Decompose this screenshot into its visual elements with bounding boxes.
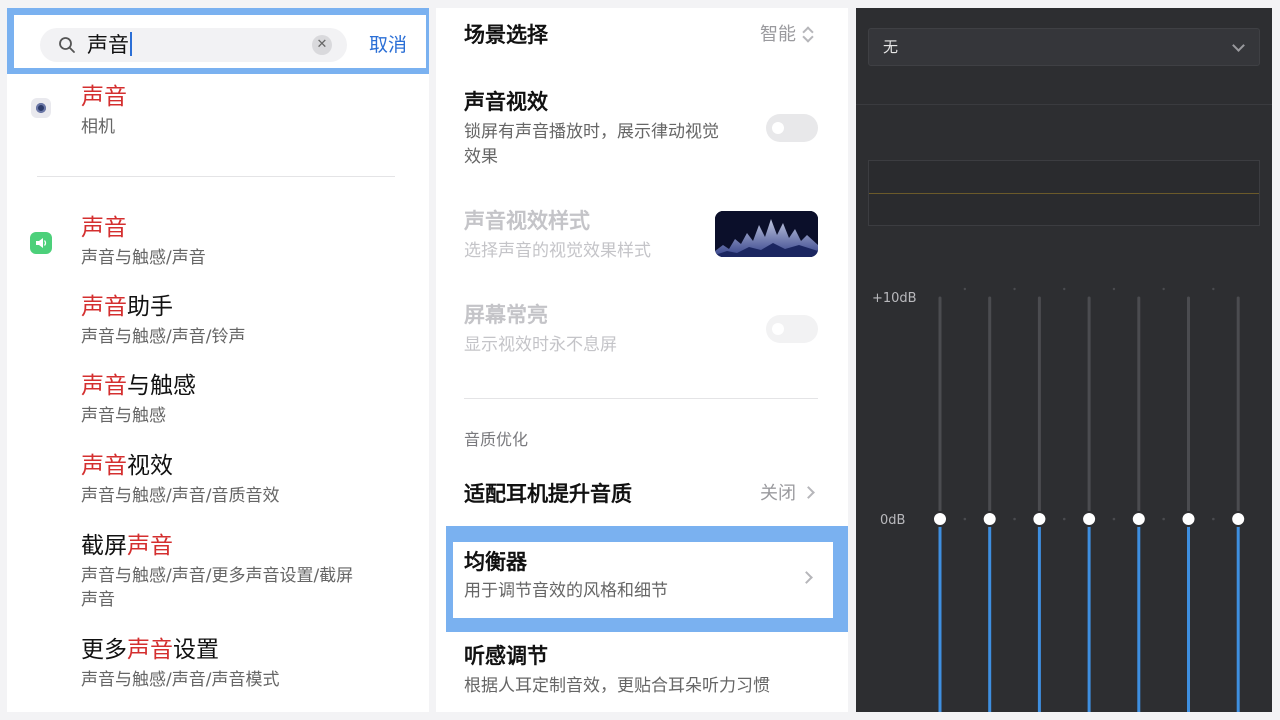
equalizer-panel: 无 +10dB 0dB [856, 8, 1272, 712]
scene-select-value: 智能 [760, 23, 812, 47]
eq-sliders [932, 287, 1247, 712]
sound-visual-toggle[interactable] [766, 114, 818, 142]
eq-band-knob[interactable] [981, 511, 998, 527]
divider [37, 176, 395, 177]
eq-grid-dot [1112, 287, 1116, 291]
hearing-adjust-desc: 根据人耳定制音效，更贴合耳朵听力习惯 [464, 676, 770, 696]
eq-zero-dot [1212, 517, 1215, 521]
result-path: 声音与触感/声音/音质音效 [81, 486, 280, 506]
headphone-quality-label: 适配耳机提升音质 [464, 482, 632, 506]
eq-band-knob[interactable] [1081, 511, 1098, 527]
result-path: 声音与触感/声音/更多声音设置/截屏 [81, 566, 354, 586]
eq-zero-dot [963, 517, 967, 521]
always-on-toggle[interactable] [766, 315, 818, 343]
sound-app-icon [30, 232, 52, 254]
eq-band-knob[interactable] [932, 511, 948, 527]
eq-band-knob[interactable] [1180, 511, 1197, 527]
eq-band-knob[interactable] [1031, 511, 1048, 527]
eq-zero-dot [1013, 517, 1016, 521]
visual-style-desc: 选择声音的视觉效果样式 [464, 241, 651, 261]
screenshot-stage: 声音 ✕ 取消 声音 相机 声音 声音与触感/声音 声音助手 声音与触感/声音/… [0, 0, 1280, 720]
eq-zero-dot [1112, 517, 1116, 521]
result-title: 更多声音设置 [81, 637, 219, 663]
search-panel: 声音 ✕ 取消 声音 相机 声音 声音与触感/声音 声音助手 声音与触感/声音/… [7, 8, 429, 712]
eq-grid-dot [1013, 287, 1016, 291]
clear-icon[interactable]: ✕ [312, 35, 332, 55]
visual-style-label: 声音视效样式 [464, 209, 590, 233]
sound-visual-desc: 锁屏有声音播放时，展示律动视觉 [464, 122, 719, 142]
eq-zero-dot [1162, 517, 1165, 521]
eq-grid-dot [1162, 287, 1165, 291]
chevron-right-icon [800, 569, 813, 588]
hearing-adjust-label: 听感调节 [464, 644, 548, 668]
equalizer-label: 均衡器 [464, 550, 527, 574]
visual-style-preview-image [715, 211, 818, 257]
camera-icon [31, 98, 51, 118]
result-path: 声音与触感/声音/声音模式 [81, 670, 280, 690]
result-path: 声音与触感/声音 [81, 248, 206, 268]
always-on-label: 屏幕常亮 [464, 303, 548, 327]
eq-grid-dot [1063, 287, 1066, 291]
eq-grid-dot [963, 287, 967, 291]
eq-grid-dot [1212, 287, 1215, 291]
search-input[interactable]: 声音 [87, 32, 132, 58]
eq-zero-dot [1062, 517, 1066, 521]
result-title: 声音 [81, 84, 127, 110]
sound-visual-desc-cont: 效果 [464, 147, 498, 167]
eq-band-knob[interactable] [1230, 511, 1247, 527]
result-title: 声音视效 [81, 453, 173, 479]
result-path: 声音与触感 [81, 406, 166, 426]
result-title: 声音 [81, 215, 127, 241]
divider [464, 398, 818, 399]
equalizer-desc: 用于调节音效的风格和细节 [464, 581, 668, 601]
result-title: 声音助手 [81, 294, 173, 320]
chevron-right-icon [802, 486, 815, 499]
cancel-button[interactable]: 取消 [369, 33, 407, 57]
up-down-chevron-icon [802, 26, 812, 42]
headphone-quality-value: 关闭 [760, 482, 815, 506]
search-icon [59, 37, 75, 53]
result-title: 截屏声音 [81, 533, 173, 559]
result-path: 声音与触感/声音/铃声 [81, 327, 246, 347]
eq-band-knob[interactable] [1130, 511, 1147, 527]
sound-visual-label: 声音视效 [464, 90, 548, 114]
result-path-cont: 声音 [81, 590, 115, 610]
result-path: 相机 [81, 117, 115, 137]
scene-select-label: 场景选择 [464, 23, 548, 47]
text-cursor [130, 32, 132, 56]
result-title: 声音与触感 [81, 373, 196, 399]
section-header-quality: 音质优化 [464, 430, 529, 449]
settings-panel: 场景选择 智能 声音视效 锁屏有声音播放时，展示律动视觉 效果 声音视效样式 选… [436, 8, 848, 712]
search-bar: 声音 ✕ 取消 [14, 15, 426, 68]
always-on-desc: 显示视效时永不息屏 [464, 335, 617, 355]
